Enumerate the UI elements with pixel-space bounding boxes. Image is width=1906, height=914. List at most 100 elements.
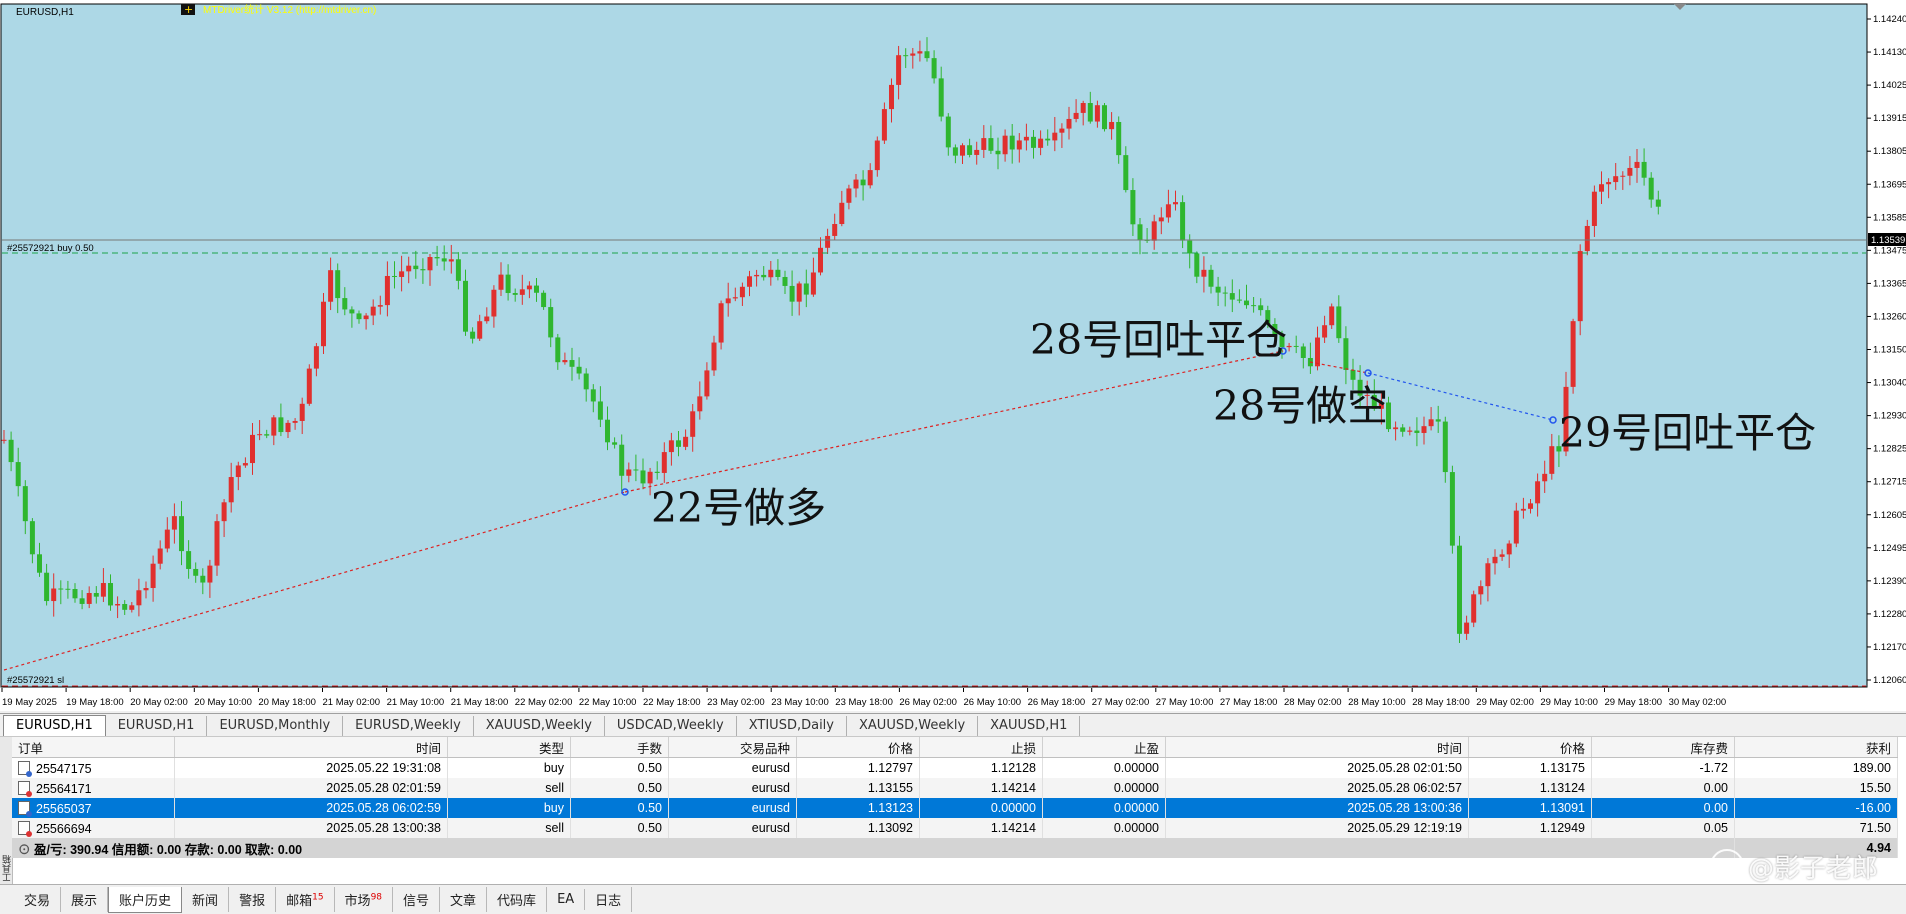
- col-open-time[interactable]: 时间: [174, 737, 448, 758]
- terminal-tab-label: 信号: [403, 894, 430, 909]
- terminal-tab-label: 市场: [344, 894, 371, 909]
- table-cell: 1.13155: [796, 778, 920, 798]
- col-sl[interactable]: 止损: [919, 737, 1043, 758]
- candle-body: [1393, 427, 1399, 430]
- x-axis-label: 29 May 10:00: [1540, 697, 1598, 708]
- candle-body: [1073, 112, 1079, 119]
- summary-cell: ⊙ 盈/亏: 390.94 信用额: 0.00 存款: 0.00 取款: 0.0…: [12, 838, 1735, 858]
- col-profit[interactable]: 获利: [1734, 737, 1898, 758]
- candle-body: [207, 565, 213, 583]
- candle-body: [1187, 240, 1193, 254]
- terminal-tab[interactable]: 交易: [14, 887, 62, 912]
- candle-body: [278, 417, 284, 433]
- terminal-tab[interactable]: 文章: [440, 887, 488, 912]
- terminal-tab[interactable]: 信号: [393, 887, 441, 912]
- table-cell: -1.72: [1591, 757, 1735, 778]
- y-axis-label: 1.13365: [1873, 278, 1906, 289]
- table-cell: 1.14214: [919, 778, 1043, 798]
- summary-text: 盈/亏: 390.94 信用额: 0.00 存款: 0.00 取款: 0.00: [33, 842, 303, 857]
- table-cell: 2025.05.28 02:01:50: [1165, 757, 1469, 778]
- order-cell: 25566694: [12, 818, 175, 838]
- terminal-tab-label: 新闻: [192, 894, 219, 909]
- y-axis-label: 1.14025: [1873, 80, 1906, 91]
- table-row[interactable]: 25547175 2025.05.22 19:31:08 buy 0.50 eurusd…: [12, 757, 1898, 778]
- col-tp[interactable]: 止盈: [1042, 737, 1166, 758]
- col-open-price[interactable]: 价格: [796, 737, 920, 758]
- candle-body: [1215, 286, 1221, 293]
- terminal-tab-label: 代码库: [497, 894, 537, 909]
- col-type[interactable]: 类型: [447, 737, 571, 758]
- terminal-tab-label: 交易: [24, 894, 51, 909]
- candle-body: [93, 592, 99, 597]
- candle-body: [803, 283, 809, 295]
- candle-body: [1464, 622, 1470, 634]
- candle-body: [1045, 138, 1051, 141]
- candle-body: [569, 360, 575, 367]
- table-cell: 0.50: [570, 778, 669, 798]
- candle-body: [1520, 508, 1526, 511]
- chart-tab[interactable]: XAUUSD,H1: [978, 716, 1081, 736]
- y-axis-label: 1.14240: [1873, 14, 1906, 25]
- candle-body: [477, 321, 483, 339]
- candle-body: [1428, 419, 1434, 427]
- terminal-tab[interactable]: 展示: [61, 887, 109, 912]
- col-order[interactable]: 订单: [12, 737, 175, 758]
- col-close-time[interactable]: 时间: [1165, 737, 1469, 758]
- candle-body: [931, 58, 937, 79]
- col-swap[interactable]: 库存费: [1591, 737, 1735, 758]
- candle-body: [832, 224, 838, 236]
- terminal-tab[interactable]: 市场98: [335, 887, 394, 912]
- terminal-tab[interactable]: 新闻: [182, 887, 230, 912]
- candle-body: [782, 276, 788, 286]
- y-axis-label: 1.13150: [1873, 345, 1906, 356]
- order-doc-icon: [18, 780, 32, 797]
- chart-tab[interactable]: XAUUSD,Weekly: [474, 716, 605, 736]
- terminal-tab[interactable]: 日志: [585, 887, 633, 912]
- chart-tab[interactable]: XAUUSD,Weekly: [847, 716, 979, 736]
- chart-tab[interactable]: EURUSD,H1: [3, 715, 106, 736]
- table-cell: 2025.05.28 02:01:59: [174, 778, 448, 798]
- chart-tab[interactable]: XTIUSD,Daily: [737, 716, 847, 736]
- y-axis-label: 1.12495: [1873, 543, 1906, 554]
- sl-line-label: #25572921 sl: [7, 675, 64, 686]
- chart-canvas[interactable]: EURUSD,H1 + MTDriver统计 V3.12 (http://mtd…: [0, 0, 1906, 711]
- candle-body: [548, 307, 554, 338]
- col-symbol[interactable]: 交易品种: [668, 737, 797, 758]
- chart-tab[interactable]: EURUSD,H1: [106, 716, 208, 736]
- candle-body: [1577, 251, 1583, 322]
- chart-tab[interactable]: USDCAD,Weekly: [605, 716, 737, 736]
- terminal-tab[interactable]: EA: [547, 889, 586, 910]
- terminal-tab[interactable]: 代码库: [487, 887, 548, 912]
- table-cell: eurusd: [668, 818, 797, 838]
- candle-body: [1059, 128, 1065, 133]
- candle-body: [1584, 225, 1590, 252]
- terminal-tab[interactable]: 账户历史: [108, 886, 183, 913]
- candle-body: [917, 51, 923, 54]
- x-axis-label: 28 May 02:00: [1284, 697, 1342, 708]
- y-axis-label: 1.12390: [1873, 576, 1906, 587]
- terminal-panel: 工具箱 订单 时间 类型 手数 交易品种 价格 止损 止盈 时间 价格 库存费 …: [0, 737, 1906, 884]
- candle-body: [1591, 191, 1597, 226]
- table-row[interactable]: 25565037 2025.05.28 06:02:59 buy 0.50 eurusd…: [12, 798, 1898, 818]
- terminal-tab[interactable]: 邮箱15: [276, 887, 335, 912]
- table-cell: eurusd: [668, 778, 797, 798]
- table-row[interactable]: 25566694 2025.05.28 13:00:38 sell 0.50 eurus…: [12, 818, 1898, 838]
- table-row[interactable]: 25564171 2025.05.28 02:01:59 sell 0.50 eurus…: [12, 778, 1898, 798]
- price-chart[interactable]: EURUSD,H1 + MTDriver统计 V3.12 (http://mtd…: [0, 0, 1906, 711]
- col-lots[interactable]: 手数: [570, 737, 669, 758]
- table-cell: 0.05: [1591, 818, 1735, 838]
- candle-body: [193, 568, 199, 576]
- chart-plot-background: [0, 3, 1868, 688]
- table-cell: -16.00: [1734, 798, 1898, 818]
- col-close-price[interactable]: 价格: [1468, 737, 1592, 758]
- candle-body: [1634, 161, 1640, 168]
- candle-body: [534, 285, 539, 293]
- terminal-tab[interactable]: 警报: [229, 887, 277, 912]
- chart-tab[interactable]: EURUSD,Weekly: [343, 716, 474, 736]
- candle-body: [1102, 105, 1107, 130]
- y-axis-label: 1.14130: [1873, 47, 1906, 58]
- chart-tab[interactable]: EURUSD,Monthly: [207, 716, 344, 736]
- x-axis-label: 23 May 10:00: [771, 697, 829, 708]
- candle-body: [463, 280, 468, 332]
- candle-body: [1229, 293, 1235, 300]
